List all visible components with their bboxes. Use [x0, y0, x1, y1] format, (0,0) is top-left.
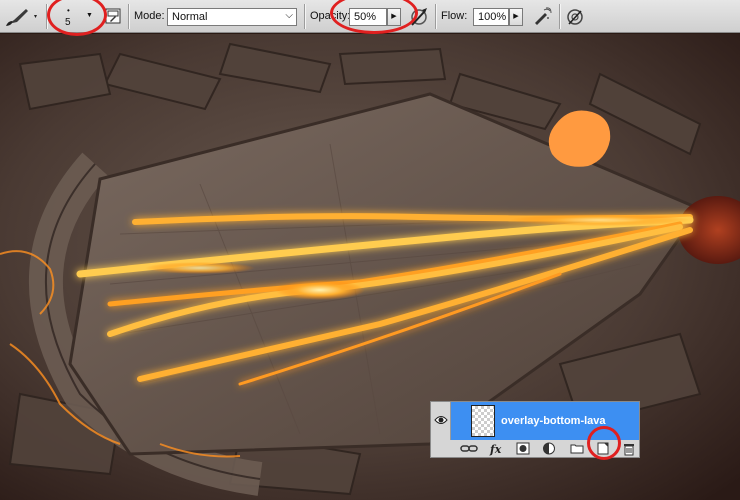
layer-visibility-toggle[interactable] — [431, 402, 451, 440]
brush-size-value: 5 — [65, 17, 71, 28]
delete-layer-button[interactable] — [621, 441, 637, 456]
add-layer-style-button[interactable]: fx — [489, 441, 505, 456]
triangle-right-icon: ▶ — [391, 13, 397, 20]
layers-panel: overlay-bottom-lava fx — [430, 401, 640, 458]
adjustment-layer-button[interactable] — [541, 441, 557, 456]
separator — [304, 4, 305, 29]
separator — [559, 4, 560, 29]
brush-panel-toggle-button[interactable] — [105, 8, 121, 24]
fx-icon: fx — [489, 443, 502, 456]
airbrush-button[interactable] — [532, 6, 552, 28]
airbrush-icon — [535, 7, 552, 25]
svg-text:fx: fx — [489, 443, 502, 456]
eye-icon — [434, 416, 448, 424]
brush-tip-preview: • — [67, 6, 70, 15]
flow-label: Flow: — [441, 10, 468, 22]
flow-value: 100% — [478, 11, 507, 23]
trash-icon — [624, 444, 634, 456]
opacity-label: Opacity: — [310, 10, 351, 22]
flow-slider-button[interactable]: ▶ — [509, 8, 523, 26]
group-folder-icon — [570, 444, 584, 454]
pressure-opacity-button[interactable] — [409, 6, 429, 28]
link-layers-button[interactable] — [459, 441, 479, 456]
layer-mask-icon — [516, 442, 530, 455]
brush-icon — [6, 9, 37, 26]
chevron-down-icon: ⌵ — [285, 10, 293, 21]
link-layers-icon — [460, 445, 478, 452]
blend-mode-value: Normal — [172, 11, 208, 23]
chevron-down-icon: ▼ — [86, 12, 93, 19]
separator — [46, 4, 47, 29]
triangle-right-icon: ▶ — [513, 13, 519, 20]
brush-tool-preset-picker[interactable] — [4, 6, 40, 28]
separator — [435, 4, 436, 29]
opacity-value: 50% — [354, 11, 377, 23]
adjustment-layer-icon — [543, 442, 555, 455]
pressure-size-icon — [567, 9, 583, 25]
add-layer-mask-button[interactable] — [515, 441, 531, 456]
opacity-slider-button[interactable]: ▶ — [387, 8, 401, 26]
new-layer-button[interactable] — [595, 441, 611, 456]
pressure-size-button[interactable] — [565, 6, 585, 28]
layer-name[interactable]: overlay-bottom-lava — [501, 415, 606, 427]
options-bar: • 5 ▼ Mode: Normal ⌵ Opacity: 50% ▶ Flow… — [0, 0, 740, 33]
opacity-input[interactable]: 50% — [349, 8, 387, 26]
pressure-opacity-icon — [411, 8, 427, 26]
flow-input[interactable]: 100% — [473, 8, 509, 26]
mode-label: Mode: — [134, 10, 165, 22]
layer-row[interactable]: overlay-bottom-lava — [431, 402, 639, 440]
layer-thumbnail — [471, 405, 495, 437]
new-group-button[interactable] — [569, 441, 585, 456]
blend-mode-select[interactable]: Normal ⌵ — [167, 8, 297, 26]
new-layer-icon — [597, 442, 609, 455]
separator — [128, 4, 129, 29]
layers-panel-footer: fx — [431, 440, 639, 457]
brush-panel-toggle-icon — [105, 8, 121, 24]
brush-size-picker[interactable]: • 5 ▼ — [56, 4, 100, 30]
